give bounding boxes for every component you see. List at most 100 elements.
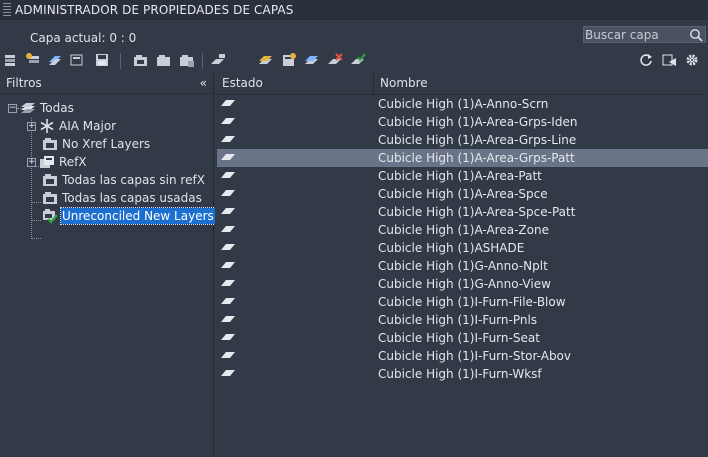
- unreconciled-filter-icon: [42, 208, 58, 224]
- layer-row[interactable]: Cubicle High (1)I-Furn-Stor-Abov: [217, 347, 708, 365]
- new-group-filter-icon[interactable]: [25, 52, 41, 68]
- layer-status-icon: [220, 313, 236, 327]
- layer-status-cell: [217, 349, 377, 363]
- layer-name-cell: Cubicle High (1)A-Area-Spce: [378, 187, 548, 201]
- layer-name-cell: Cubicle High (1)I-Furn-File-Blow: [378, 295, 566, 309]
- tree-node-aia-major[interactable]: + AIA Major: [27, 117, 117, 135]
- collapse-toggle[interactable]: −: [8, 103, 17, 113]
- new-layer-vp-frozen-icon[interactable]: [156, 52, 172, 68]
- search-box[interactable]: [583, 26, 706, 43]
- reconcile-icon[interactable]: [350, 52, 366, 68]
- layer-status-icon: [220, 97, 236, 111]
- search-icon[interactable]: [689, 28, 703, 45]
- column-header-status[interactable]: Estado: [215, 72, 374, 94]
- layer-row[interactable]: Cubicle High (1)A-Anno-Scrn: [217, 95, 708, 113]
- tree-node-all-without-refx[interactable]: Todas las capas sin refX: [42, 171, 206, 189]
- layer-row[interactable]: Cubicle High (1)A-Area-Grps-Patt: [217, 149, 708, 167]
- layer-name-cell: Cubicle High (1)ASHADE: [378, 241, 525, 255]
- layer-row[interactable]: Cubicle High (1)I-Furn-Wksf: [217, 365, 708, 383]
- new-vp-icon[interactable]: [281, 52, 297, 68]
- layer-status-icon: [220, 115, 236, 129]
- delete-icon[interactable]: [327, 52, 343, 68]
- layer-status-cell: [217, 241, 377, 255]
- expand-toggle[interactable]: +: [27, 121, 36, 131]
- layer-row[interactable]: Cubicle High (1)A-Area-Zone: [217, 221, 708, 239]
- layer-states-icon[interactable]: [47, 52, 63, 68]
- layer-status-cell: [217, 223, 377, 237]
- apply-icon[interactable]: [661, 52, 677, 68]
- new-property-filter-icon[interactable]: [3, 52, 19, 68]
- expand-toggle[interactable]: +: [27, 157, 36, 167]
- layer-status-icon: [220, 277, 236, 291]
- tree-node-label: Todas: [40, 101, 74, 115]
- search-input[interactable]: [584, 27, 689, 42]
- layer-status-icon: [220, 205, 236, 219]
- collapse-pane-button[interactable]: «: [200, 76, 207, 90]
- layer-filter-icon: [42, 136, 58, 152]
- window-title: ADMINISTRADOR DE PROPIEDADES DE CAPAS: [15, 2, 294, 17]
- layer-name-cell: Cubicle High (1)G-Anno-Nplt: [378, 259, 548, 273]
- layer-name-cell: Cubicle High (1)A-Area-Zone: [378, 223, 549, 237]
- layer-name-cell: Cubicle High (1)I-Furn-Wksf: [378, 367, 542, 381]
- delete-layer-icon[interactable]: [179, 52, 195, 68]
- layer-name-cell: Cubicle High (1)I-Furn-Stor-Abov: [378, 349, 572, 363]
- layer-row[interactable]: Cubicle High (1)A-Area-Spce: [217, 185, 708, 203]
- tree-node-label: AIA Major: [59, 119, 117, 133]
- tree-node-no-xref-layers[interactable]: No Xref Layers: [42, 135, 151, 153]
- layer-row[interactable]: Cubicle High (1)A-Area-Grps-Iden: [217, 113, 708, 131]
- layer-row[interactable]: Cubicle High (1)G-Anno-Nplt: [217, 257, 708, 275]
- layer-name-cell: Cubicle High (1)A-Area-Grps-Line: [378, 133, 577, 147]
- column-header-name[interactable]: Nombre: [375, 72, 708, 94]
- layer-row[interactable]: Cubicle High (1)A-Area-Grps-Line: [217, 131, 708, 149]
- layer-row[interactable]: Cubicle High (1)I-Furn-File-Blow: [217, 293, 708, 311]
- layer-name-cell: Cubicle High (1)G-Anno-View: [378, 277, 551, 291]
- save-icon[interactable]: [94, 52, 110, 68]
- toolbar: [0, 52, 708, 70]
- layer-status-icon: [220, 367, 236, 381]
- layer-status-cell: [217, 133, 377, 147]
- layer-row[interactable]: Cubicle High (1)G-Anno-View: [217, 275, 708, 293]
- layer-status-icon: [220, 169, 236, 183]
- layer-list-pane: Estado Nombre Cubicle High (1)A-Anno-Scr…: [215, 72, 708, 457]
- tree-node-all-used-layers[interactable]: Todas las capas usadas: [42, 189, 203, 207]
- new-layer-icon[interactable]: [133, 52, 149, 68]
- layer-name-cell: Cubicle High (1)I-Furn-Seat: [378, 331, 540, 345]
- layer-status-icon: [220, 295, 236, 309]
- layer-row[interactable]: Cubicle High (1)ASHADE: [217, 239, 708, 257]
- snowflake-filter-icon: [39, 118, 55, 134]
- xref-filter-icon: [39, 154, 55, 170]
- all-layers-icon: [20, 100, 36, 116]
- layer-status-icon: [220, 349, 236, 363]
- tree-node-label: Todas las capas usadas: [62, 191, 202, 205]
- freeze-icon[interactable]: [304, 52, 320, 68]
- layer-name-cell: Cubicle High (1)A-Area-Patt: [378, 169, 542, 183]
- layer-name-cell: Cubicle High (1)A-Area-Grps-Iden: [378, 115, 578, 129]
- layer-row[interactable]: Cubicle High (1)I-Furn-Seat: [217, 329, 708, 347]
- tree-node-root[interactable]: − Todas: [8, 99, 75, 117]
- layer-status-cell: [217, 277, 377, 291]
- layer-name-cell: Cubicle High (1)A-Area-Spce-Patt: [378, 205, 576, 219]
- layer-states-manager-icon[interactable]: [69, 52, 85, 68]
- layer-status-cell: [217, 187, 377, 201]
- tree-node-label: Todas las capas sin refX: [62, 173, 205, 187]
- filters-header: Filtros «: [0, 72, 213, 94]
- tree-node-label: Unreconciled New Layers: [60, 207, 216, 225]
- tree-node-unreconciled-new-layers[interactable]: Unreconciled New Layers: [42, 207, 216, 225]
- layer-filter-icon: [42, 172, 58, 188]
- tree-node-label: RefX: [59, 155, 87, 169]
- panel-grip-handle[interactable]: [3, 2, 11, 17]
- tree-node-refx[interactable]: + RefX: [27, 153, 88, 171]
- layer-status-cell: [217, 313, 377, 327]
- layer-status-icon: [220, 223, 236, 237]
- layer-status-icon: [220, 259, 236, 273]
- filters-pane: Filtros « − Todas + AIA Major No Xref La…: [0, 72, 216, 457]
- set-current-icon[interactable]: [210, 52, 226, 68]
- layer-status-cell: [217, 259, 377, 273]
- layer-status-icon: [220, 187, 236, 201]
- layer-row[interactable]: Cubicle High (1)A-Area-Patt: [217, 167, 708, 185]
- layer-row[interactable]: Cubicle High (1)A-Area-Spce-Patt: [217, 203, 708, 221]
- make-current-icon[interactable]: [258, 52, 274, 68]
- settings-gear-icon[interactable]: [684, 52, 700, 68]
- refresh-icon[interactable]: [638, 52, 654, 68]
- layer-row[interactable]: Cubicle High (1)I-Furn-Pnls: [217, 311, 708, 329]
